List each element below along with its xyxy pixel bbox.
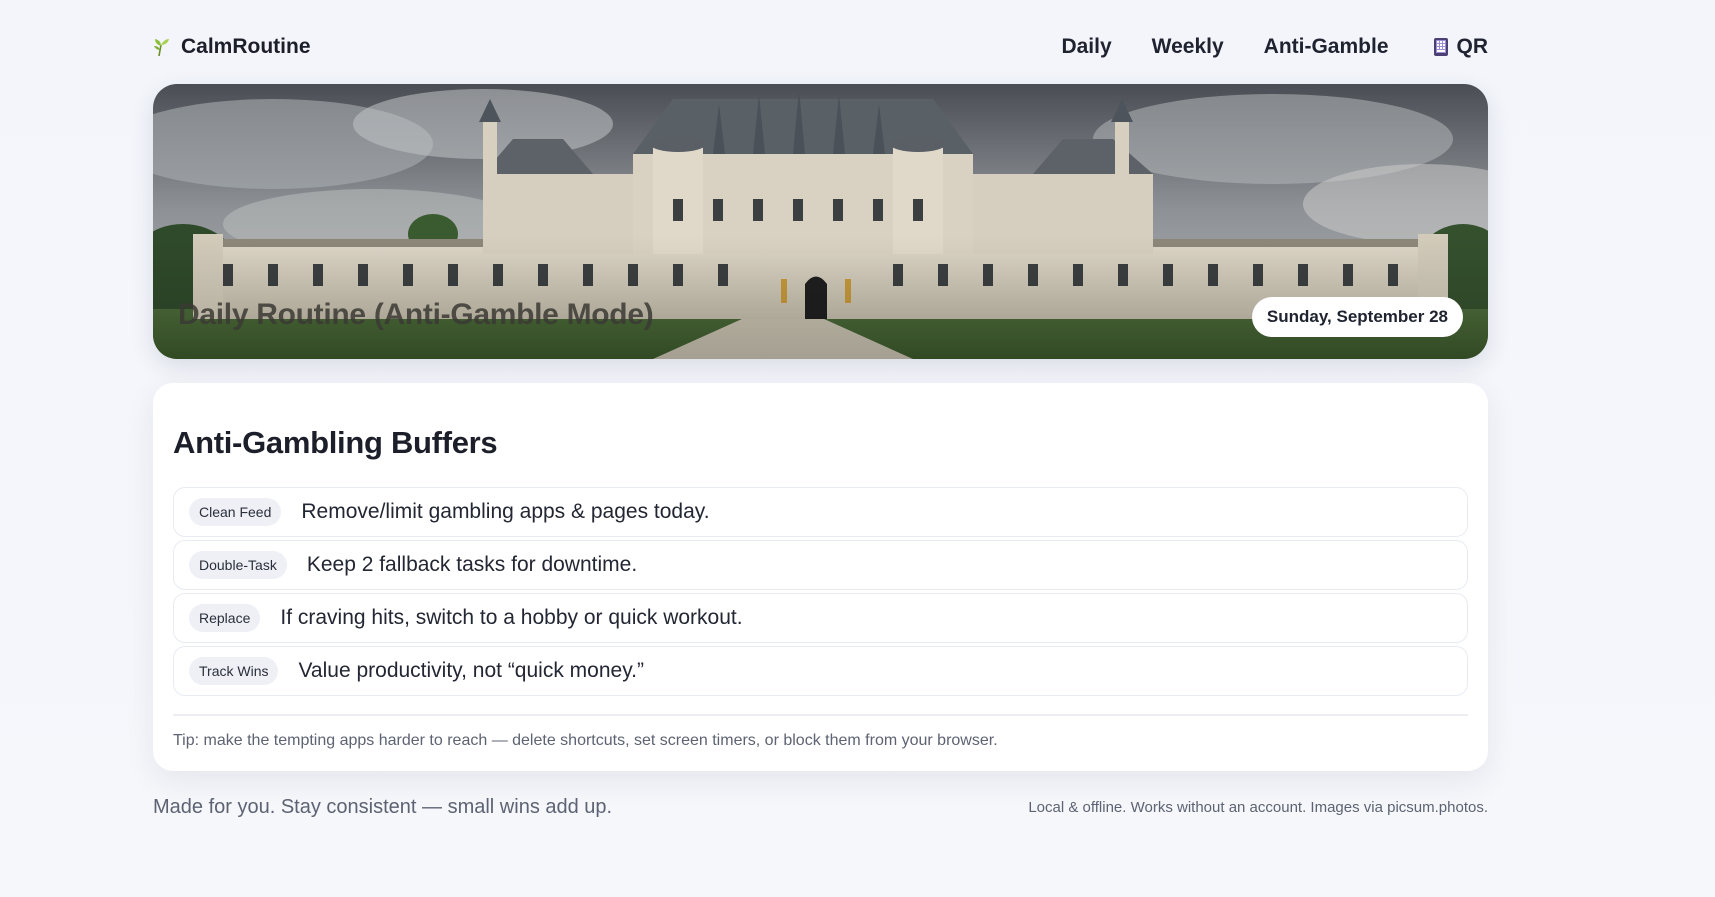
- brand-name: CalmRoutine: [181, 35, 311, 58]
- footer-note: Local & offline. Works without an accoun…: [1028, 799, 1488, 816]
- tag-badge: Replace: [189, 604, 261, 632]
- divider: [173, 714, 1468, 716]
- tag-badge: Track Wins: [189, 657, 279, 685]
- list-item: Replace If craving hits, switch to a hob…: [173, 593, 1468, 643]
- top-bar: CalmRoutine Daily Weekly Anti-Gamble QR: [153, 30, 1488, 64]
- qr-label: QR: [1456, 35, 1489, 58]
- list-item-text: Remove/limit gambling apps & pages today…: [301, 500, 710, 523]
- list-item: Double-Task Keep 2 fallback tasks for do…: [173, 540, 1468, 590]
- tip-text: Tip: make the tempting apps harder to re…: [173, 732, 998, 749]
- brand[interactable]: CalmRoutine: [153, 35, 311, 59]
- nav-anti-gamble[interactable]: Anti-Gamble: [1264, 35, 1389, 59]
- list-item: Clean Feed Remove/limit gambling apps & …: [173, 487, 1468, 537]
- list-item-text: Keep 2 fallback tasks for downtime.: [306, 553, 638, 576]
- date-badge: Sunday, September 28: [1251, 297, 1463, 337]
- list-item: Track Wins Value productivity, not “quic…: [173, 646, 1468, 696]
- list-item-text: Value productivity, not “quick money.”: [298, 659, 644, 682]
- hero-banner: Daily Routine (Anti-Gamble Mode) Sunday,…: [153, 84, 1488, 359]
- nav-daily[interactable]: Daily: [1061, 35, 1111, 59]
- footer-tagline: Made for you. Stay consistent — small wi…: [153, 796, 613, 818]
- buffers-list: Clean Feed Remove/limit gambling apps & …: [173, 487, 1468, 699]
- buffers-title: Anti-Gambling Buffers: [173, 425, 498, 460]
- nav-weekly[interactable]: Weekly: [1152, 35, 1224, 59]
- tag-badge: Double-Task: [189, 551, 287, 579]
- buffers-card: Anti-Gambling Buffers Clean Feed Remove/…: [153, 383, 1488, 771]
- tag-badge: Clean Feed: [189, 498, 282, 526]
- phone-icon: [1433, 37, 1449, 57]
- sprout-icon: [153, 37, 171, 57]
- main-nav: Daily Weekly Anti-Gamble QR: [1061, 35, 1488, 59]
- list-item-text: If craving hits, switch to a hobby or qu…: [280, 606, 743, 629]
- hero-title: Daily Routine (Anti-Gamble Mode): [178, 298, 654, 331]
- qr-button[interactable]: QR: [1433, 35, 1489, 59]
